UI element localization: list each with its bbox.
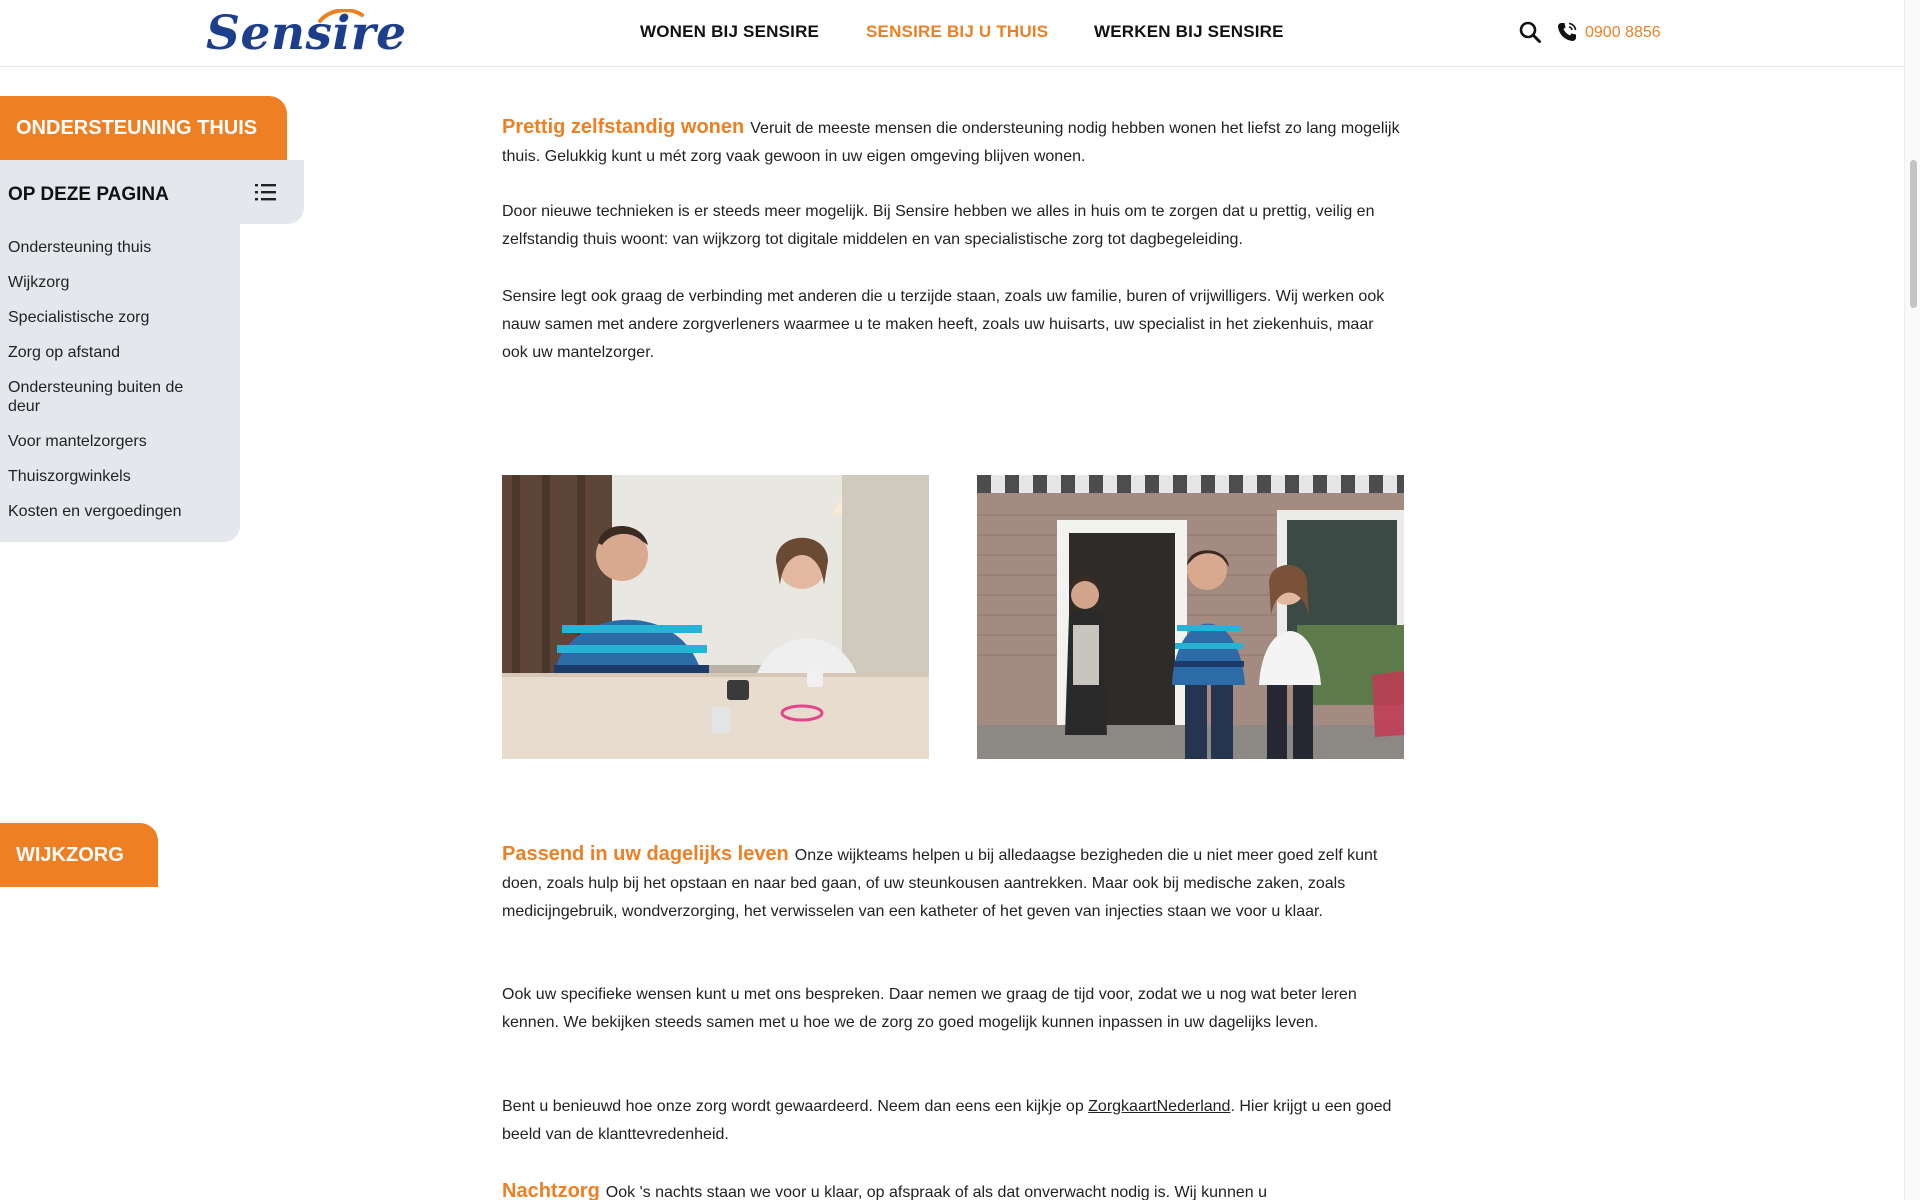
phone-number-link[interactable]: 0900 8856	[1585, 24, 1661, 42]
photo-client-and-caregiver-at-front-door	[977, 475, 1404, 759]
toc-title: OP DEZE PAGINA	[8, 184, 169, 205]
section-lead-nachtzorg: Nachtzorg	[502, 1180, 600, 1200]
nav-werken-bij-sensire[interactable]: WERKEN BIJ SENSIRE	[1094, 22, 1284, 42]
search-icon[interactable]	[1518, 20, 1542, 44]
toc-item-specialistische-zorg[interactable]: Specialistische zorg	[8, 308, 223, 327]
section-tab-ondersteuning-thuis: ONDERSTEUNING THUIS	[0, 96, 287, 160]
toc-item-wijkzorg[interactable]: Wijkzorg	[8, 273, 223, 292]
toc-item-voor-mantelzorgers[interactable]: Voor mantelzorgers	[8, 432, 223, 451]
toc-header[interactable]: OP DEZE PAGINA	[0, 160, 304, 224]
toc-item-ondersteuning-thuis[interactable]: Ondersteuning thuis	[8, 238, 223, 257]
toc-item-thuiszorgwinkels[interactable]: Thuiszorgwinkels	[8, 467, 223, 486]
scrollbar-thumb[interactable]	[1910, 160, 1917, 308]
toc-item-zorg-op-afstand[interactable]: Zorg op afstand	[8, 343, 223, 362]
photo-client-and-caregiver-at-table	[502, 475, 929, 759]
wijkzorg-paragraph: Passend in uw dagelijks leven Onze wijkte…	[502, 843, 1378, 920]
paragraph: Bent u benieuwd hoe onze zorg wordt gewa…	[502, 1098, 1392, 1143]
nav-wonen-bij-sensire[interactable]: WONEN BIJ SENSIRE	[640, 22, 819, 42]
section-lead-prettig-zelfstandig-wonen: Prettig zelfstandig wonen	[502, 116, 745, 138]
nav-sensire-bij-u-thuis[interactable]: SENSIRE BIJ U THUIS	[866, 22, 1048, 42]
section-lead-passend-in-uw-dagelijks-leven: Passend in uw dagelijks leven	[502, 843, 789, 865]
sensire-logo[interactable]: Sensire	[206, 6, 407, 61]
paragraph: Door nieuwe technieken is er steeds meer…	[502, 203, 1375, 248]
logo-swoosh-icon	[318, 9, 364, 23]
list-icon[interactable]	[254, 182, 278, 202]
paragraph: Sensire legt ook graag de verbinding met…	[502, 288, 1385, 361]
toc-list: Ondersteuning thuis Wijkzorg Specialisti…	[0, 224, 240, 542]
phone-icon	[1558, 22, 1577, 41]
zorgkaartnederland-link[interactable]: ZorgkaartNederland	[1088, 1098, 1230, 1115]
section-tab-wijkzorg: WIJKZORG	[0, 823, 158, 887]
intro-paragraph: Prettig zelfstandig wonen Veruit de meest…	[502, 116, 1400, 165]
paragraph: Ook uw specifieke wensen kunt u met ons …	[502, 986, 1357, 1031]
toc-item-ondersteuning-buiten-de-deur[interactable]: Ondersteuning buiten de deur	[8, 378, 213, 416]
page-scrollbar[interactable]	[1904, 0, 1920, 1200]
toc-item-kosten-en-vergoedingen[interactable]: Kosten en vergoedingen	[8, 502, 223, 521]
site-header: Sensire WONEN BIJ SENSIRE SENSIRE BIJ U …	[0, 0, 1904, 67]
nachtzorg-paragraph: Nachtzorg Ook 's nachts staan we voor u k…	[502, 1180, 1267, 1200]
